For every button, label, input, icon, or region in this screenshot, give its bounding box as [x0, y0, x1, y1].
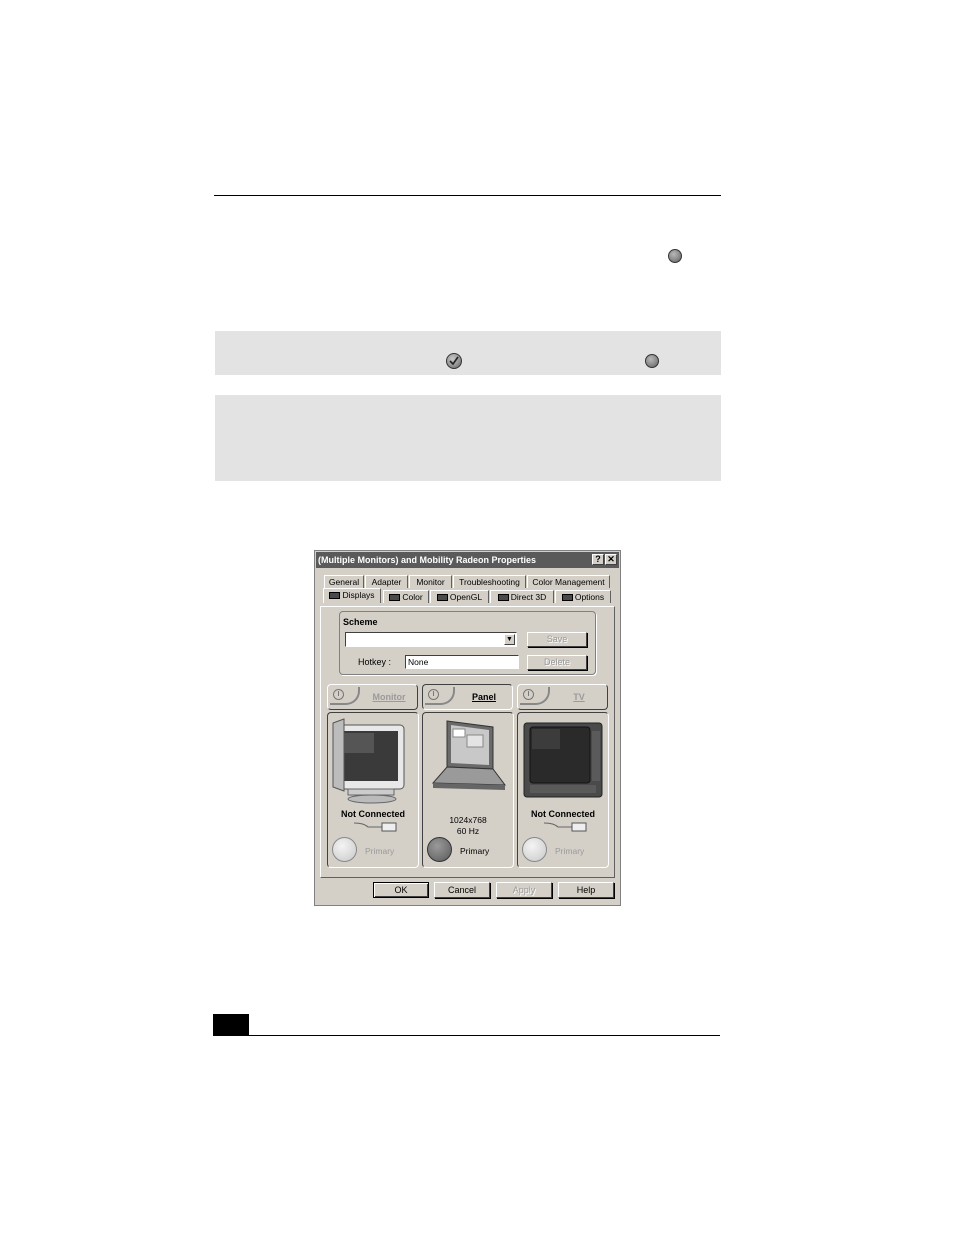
- tab-label: Color: [402, 592, 423, 602]
- tab-troubleshooting[interactable]: Troubleshooting: [453, 575, 526, 588]
- page-number-tab: [213, 1014, 249, 1036]
- tab-monitor[interactable]: Monitor: [409, 575, 452, 588]
- cancel-button[interactable]: Cancel: [434, 882, 490, 898]
- ati-logo-icon: [436, 594, 448, 602]
- primary-label: Primary: [365, 846, 395, 856]
- save-button[interactable]: Save: [527, 632, 587, 647]
- help-title-button[interactable]: ?: [592, 554, 604, 565]
- tab-label: Displays: [342, 590, 375, 600]
- tab-adapter[interactable]: Adapter: [365, 575, 408, 588]
- panel-label: Panel: [471, 692, 496, 702]
- help-button[interactable]: Help: [558, 882, 614, 898]
- footer-rule: [213, 1035, 720, 1036]
- header-rule: [214, 195, 721, 196]
- properties-dialog: (Multiple Monitors) and Mobility Radeon …: [314, 550, 621, 906]
- monitor-label: Monitor: [372, 692, 406, 702]
- ok-button[interactable]: OK: [373, 882, 429, 898]
- apply-button[interactable]: Apply: [496, 882, 552, 898]
- delete-button[interactable]: Delete: [527, 655, 587, 670]
- ati-logo-icon: [329, 592, 341, 600]
- tab-displays[interactable]: Displays: [323, 588, 381, 603]
- note-box: [215, 331, 721, 375]
- cable-icon: [354, 822, 397, 832]
- ati-logo-icon: [561, 594, 573, 602]
- round-button-icon: [645, 354, 659, 368]
- tab-opengl[interactable]: OpenGL: [430, 590, 489, 603]
- tv-icon: [523, 722, 603, 798]
- ati-logo-icon: [389, 594, 401, 602]
- tab-label: Direct 3D: [510, 592, 547, 602]
- tab-general[interactable]: General: [324, 575, 364, 588]
- title-bar: (Multiple Monitors) and Mobility Radeon …: [316, 552, 619, 568]
- ati-logo-icon: [497, 594, 509, 602]
- checkmark-icon: [446, 353, 462, 369]
- laptop-icon: [431, 720, 507, 790]
- crt-monitor-icon: [332, 718, 405, 804]
- panel-refresh-rate: 60 Hz: [456, 826, 480, 836]
- tab-label: Options: [574, 592, 605, 602]
- scheme-label: Scheme: [343, 617, 378, 627]
- hotkey-field[interactable]: None: [405, 655, 519, 669]
- close-button[interactable]: ✕: [605, 554, 617, 565]
- tip-box: [215, 395, 721, 481]
- round-button-icon: [668, 249, 682, 263]
- tab-label: OpenGL: [449, 592, 483, 602]
- monitor-status: Not Connected: [341, 809, 405, 819]
- panel-device-panel: 1024x768 60 Hz Primary: [422, 712, 514, 868]
- primary-label: Primary: [555, 846, 585, 856]
- monitor-device-panel: Not Connected Primary: [327, 712, 419, 868]
- tv-label: TV: [573, 692, 585, 702]
- panel-resolution: 1024x768: [449, 815, 487, 825]
- primary-radio-monitor[interactable]: [332, 837, 357, 862]
- tv-status: Not Connected: [531, 809, 595, 819]
- tab-options[interactable]: Options: [555, 590, 611, 603]
- hotkey-label: Hotkey :: [358, 657, 392, 667]
- power-icon: [428, 689, 439, 700]
- tv-toggle-button[interactable]: TV: [517, 684, 608, 710]
- tv-device-panel: Not Connected Primary: [517, 712, 609, 868]
- power-icon: [333, 689, 344, 700]
- tab-color-management[interactable]: Color Management: [527, 575, 610, 588]
- tab-color[interactable]: Color: [383, 590, 429, 603]
- panel-toggle-button[interactable]: Panel: [422, 684, 513, 710]
- primary-radio-panel[interactable]: [427, 837, 452, 862]
- scheme-combo[interactable]: ▼: [345, 632, 517, 647]
- monitor-toggle-button[interactable]: Monitor: [327, 684, 418, 710]
- tab-direct-3d[interactable]: Direct 3D: [490, 590, 554, 603]
- power-icon: [523, 689, 534, 700]
- primary-label: Primary: [460, 846, 490, 856]
- cable-icon: [544, 822, 587, 832]
- chevron-down-icon[interactable]: ▼: [504, 634, 515, 645]
- primary-radio-tv[interactable]: [522, 837, 547, 862]
- dialog-title: (Multiple Monitors) and Mobility Radeon …: [318, 555, 537, 565]
